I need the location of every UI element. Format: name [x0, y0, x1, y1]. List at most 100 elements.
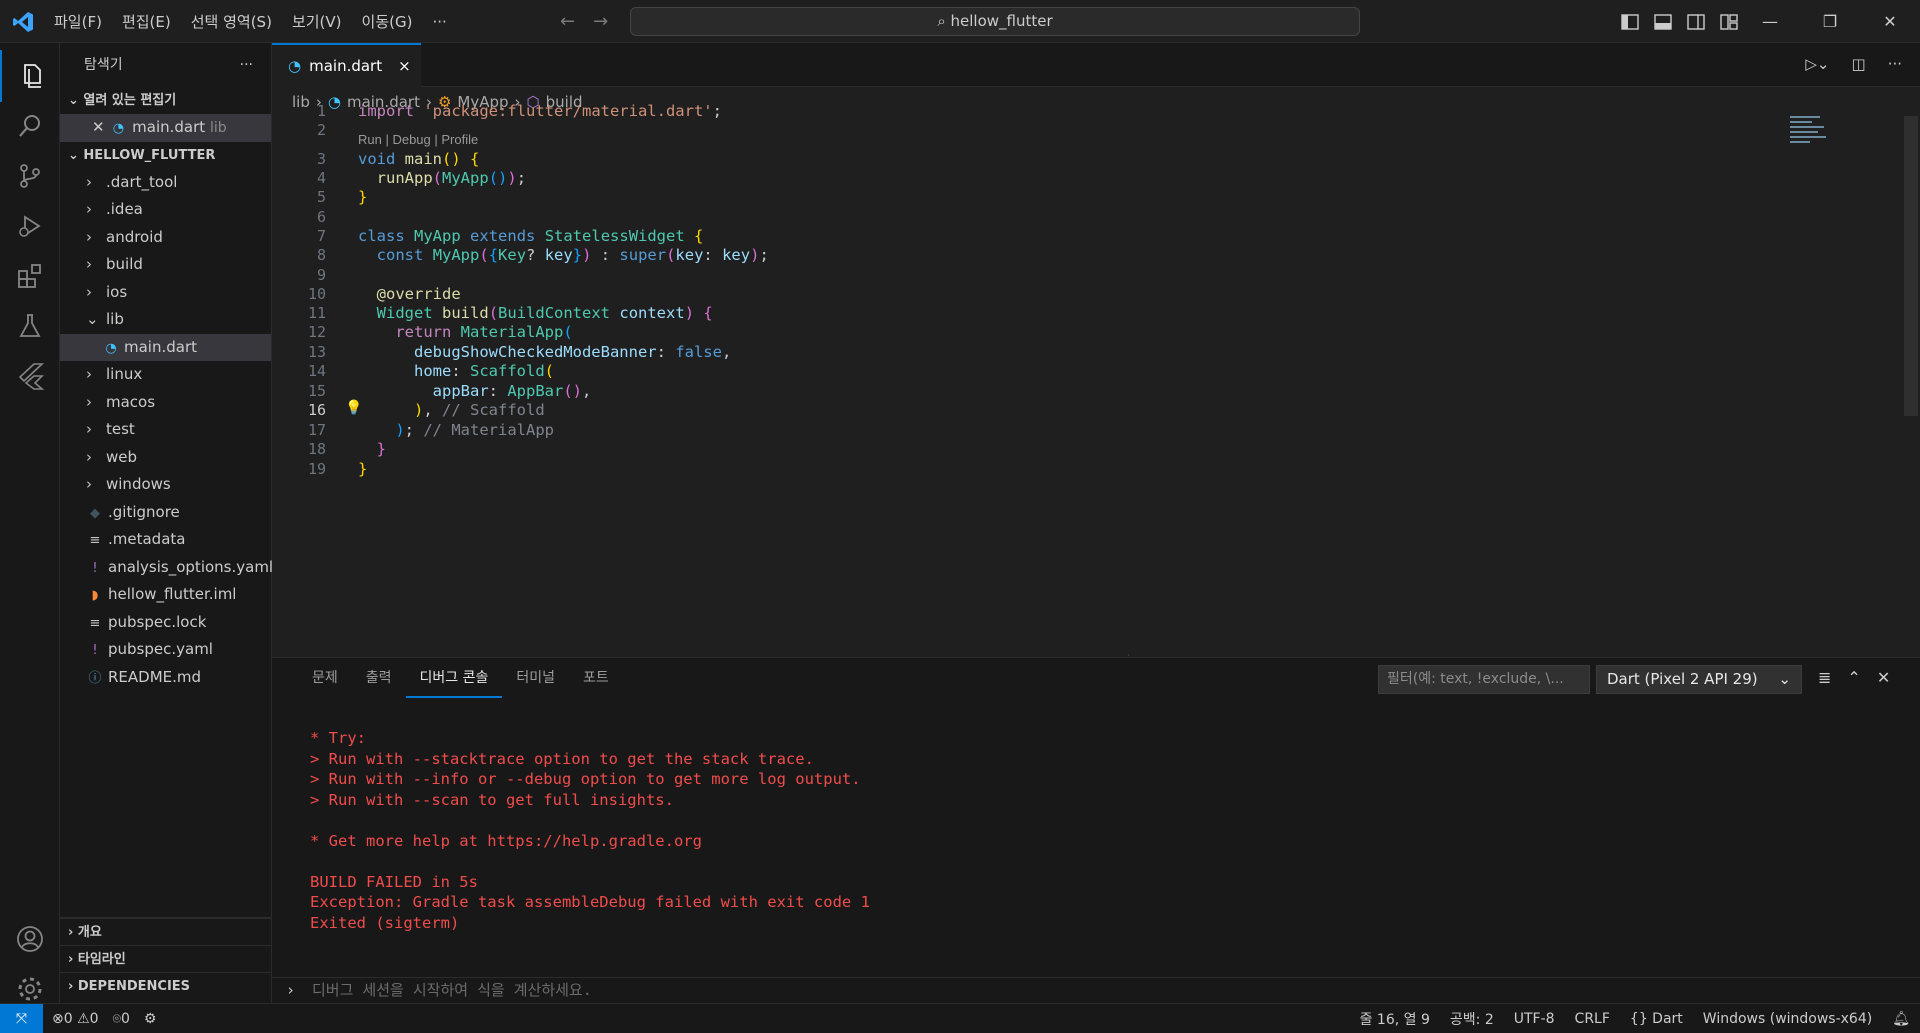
tree-item[interactable]: ≡ pubspec.lock	[60, 609, 271, 637]
tree-item-label: .idea	[106, 200, 143, 218]
explorer-icon[interactable]	[0, 50, 60, 102]
chevron-down-icon: ⌄	[1778, 670, 1791, 688]
language-mode[interactable]: {} Dart	[1630, 1011, 1683, 1027]
editor-actions: ▷⌄ ◫ ···	[1805, 55, 1902, 73]
tree-item[interactable]: › ios	[60, 279, 271, 307]
back-arrow-icon[interactable]: ←	[560, 11, 575, 32]
forward-arrow-icon[interactable]: →	[593, 11, 608, 32]
clear-console-icon[interactable]: ≣	[1818, 668, 1831, 687]
dart-file-icon: ◔	[105, 340, 117, 356]
tree-item[interactable]: › build	[60, 251, 271, 279]
line-number: 19	[307, 460, 326, 478]
activity-bar	[0, 43, 60, 1003]
encoding[interactable]: UTF-8	[1514, 1011, 1555, 1027]
tree-item[interactable]: ⌄ lib	[60, 306, 271, 334]
close-window-icon[interactable]: ✕	[1860, 0, 1920, 43]
code-line-18: }	[376, 440, 387, 458]
tree-item[interactable]: ◆ .gitignore	[60, 499, 271, 527]
split-editor-icon[interactable]: ◫	[1852, 55, 1866, 73]
menu-view[interactable]: 보기(V)	[282, 11, 352, 32]
search-icon: ⌕	[937, 12, 946, 30]
tree-item[interactable]: › web	[60, 444, 271, 472]
line-number: 3	[316, 150, 326, 168]
timeline-section[interactable]: › 타임라인	[60, 945, 272, 972]
tree-item[interactable]: ◔ main.dart	[60, 333, 271, 361]
tab-problems[interactable]: 문제	[298, 658, 352, 698]
tree-item[interactable]: ! analysis_options.yaml	[60, 554, 273, 582]
menu-go[interactable]: 이동(G)	[352, 11, 423, 32]
search-view-icon[interactable]	[0, 100, 60, 152]
tree-item[interactable]: › .idea	[60, 196, 271, 224]
menu-more[interactable]: ···	[422, 13, 456, 31]
tree-item[interactable]: ⓘ README.md	[60, 664, 271, 692]
minimap[interactable]	[1790, 116, 1834, 156]
outline-section[interactable]: › 개요	[60, 918, 272, 945]
menu-selection[interactable]: 선택 영역(S)	[181, 11, 282, 32]
indentation[interactable]: 공백: 2	[1450, 1009, 1494, 1029]
toggle-primary-sidebar-icon[interactable]	[1620, 12, 1640, 32]
run-debug-icon[interactable]	[0, 200, 60, 252]
account-icon[interactable]	[0, 913, 60, 965]
more-actions-icon[interactable]: ···	[240, 43, 253, 87]
debug-status-icon[interactable]: ⚙	[144, 1011, 157, 1027]
codelens-run-debug[interactable]: Run | Debug | Profile	[358, 132, 478, 147]
code-editor[interactable]: 1 2 3 4 5 6 7 8 9 10 11 12 13 14 15 16 17 18 19 Run | Debu…	[272, 102, 1920, 654]
tree-item[interactable]: › test	[60, 416, 271, 444]
tree-item[interactable]: ≡ .metadata	[60, 526, 271, 554]
notifications-bell-icon[interactable]: 🔔︎	[1892, 1011, 1910, 1027]
open-editor-item[interactable]: ✕ ◔ main.dart lib	[60, 114, 271, 142]
device-selector[interactable]: Windows (windows-x64)	[1703, 1011, 1872, 1027]
tree-item-label: android	[106, 227, 163, 246]
cursor-position[interactable]: 줄 16, 열 9	[1360, 1009, 1430, 1029]
close-tab-icon[interactable]: ×	[398, 57, 411, 75]
problems-status[interactable]: ⊗0 ⚠0	[52, 1011, 99, 1027]
testing-flask-icon[interactable]	[0, 300, 60, 352]
status-bar: ⤧ ⊗0 ⚠0 ⌾0 ⚙ 줄 16, 열 9 공백: 2 UTF-8 CRLF …	[0, 1003, 1920, 1033]
tab-main-dart[interactable]: ◔ main.dart ×	[272, 43, 421, 87]
debug-console-input[interactable]: › 디버그 세션을 시작하여 식을 계산하세요.	[272, 977, 1920, 1003]
tree-item-label: .gitignore	[108, 502, 180, 521]
tab-output[interactable]: 출력	[352, 658, 406, 698]
minimize-icon[interactable]: —	[1740, 0, 1800, 43]
flutter-icon[interactable]	[0, 350, 60, 402]
close-panel-icon[interactable]: ✕	[1877, 668, 1890, 687]
tree-item[interactable]: › linux	[60, 361, 271, 389]
project-section[interactable]: ⌄ HELLOW_FLUTTER	[60, 142, 271, 169]
toggle-panel-icon[interactable]	[1653, 12, 1673, 32]
more-editor-actions-icon[interactable]: ···	[1888, 55, 1902, 73]
tree-item-label: .metadata	[108, 530, 186, 548]
chevron-right-icon: ›	[68, 952, 78, 967]
tree-item[interactable]: › android	[60, 224, 271, 252]
debug-session-select[interactable]: Dart (Pixel 2 API 29) ⌄	[1596, 665, 1802, 694]
tab-ports[interactable]: 포트	[569, 658, 623, 698]
extensions-icon[interactable]	[0, 250, 60, 302]
restore-icon[interactable]: ❐	[1800, 0, 1860, 43]
toggle-secondary-sidebar-icon[interactable]	[1686, 12, 1706, 32]
tree-item[interactable]: › .dart_tool	[60, 169, 271, 197]
lightbulb-icon[interactable]: 💡	[345, 400, 362, 416]
editor-scrollbar[interactable]	[1904, 116, 1918, 416]
console-line: > Run with --info or --debug option to g…	[310, 770, 861, 788]
tab-debug-console[interactable]: 디버그 콘솔	[405, 658, 503, 698]
tree-item[interactable]: ! pubspec.yaml	[60, 636, 271, 664]
tree-item[interactable]: › windows	[60, 471, 271, 499]
close-editor-icon[interactable]: ✕	[92, 118, 105, 136]
maximize-panel-icon[interactable]: ⌃	[1847, 668, 1860, 687]
dependencies-section[interactable]: › DEPENDENCIES	[60, 972, 272, 999]
open-editors-section[interactable]: ⌄ 열려 있는 편집기	[60, 87, 271, 114]
ports-status[interactable]: ⌾0	[113, 1011, 130, 1027]
history-nav: ← →	[560, 11, 608, 32]
menu-edit[interactable]: 편집(E)	[112, 11, 181, 32]
tab-terminal[interactable]: 터미널	[502, 658, 569, 698]
menu-file[interactable]: 파일(F)	[44, 11, 112, 32]
command-center[interactable]: ⌕ hellow_flutter	[630, 7, 1360, 36]
title-bar: 파일(F) 편집(E) 선택 영역(S) 보기(V) 이동(G) ··· ← →…	[0, 0, 1920, 43]
tree-item[interactable]: › macos	[60, 389, 271, 417]
customize-layout-icon[interactable]	[1719, 12, 1739, 32]
run-debug-dropdown-icon[interactable]: ▷⌄	[1805, 55, 1829, 73]
console-filter-input[interactable]: 필터(예: text, !exclude, \...	[1378, 665, 1590, 694]
remote-indicator-icon[interactable]: ⤧	[0, 1004, 43, 1033]
end-of-line[interactable]: CRLF	[1575, 1011, 1610, 1027]
source-control-icon[interactable]	[0, 150, 60, 202]
tree-item[interactable]: ◗ hellow_flutter.iml	[60, 581, 271, 609]
